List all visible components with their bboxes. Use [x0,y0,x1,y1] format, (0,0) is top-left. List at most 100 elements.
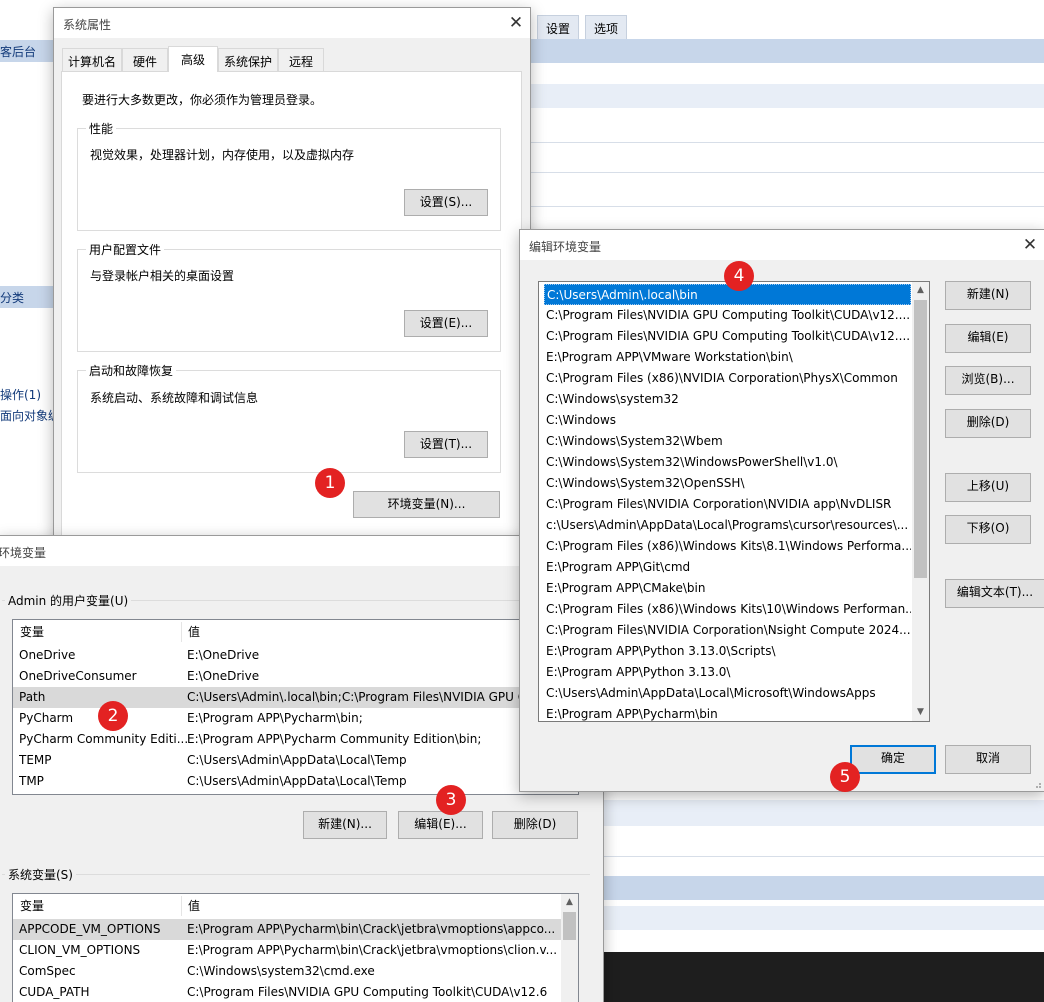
var-name: OneDrive [19,645,75,666]
path-entry[interactable]: C:\Program Files (x86)\Windows Kits\8.1\… [544,536,911,557]
user-variables-list[interactable]: 变量 值 OneDrive E:\OneDrive OneDriveConsume… [12,619,579,795]
path-edit-text-button[interactable]: 编辑文本(T)... [945,579,1044,608]
path-entry[interactable]: C:\Program Files\NVIDIA GPU Computing To… [544,305,911,326]
var-value: C:\Users\Admin\.local\bin;C:\Program Fil… [187,687,526,708]
var-value: E:\Program APP\Pycharm\bin\Crack\jetbra\… [187,940,557,961]
var-name: APPCODE_VM_OPTIONS [19,919,160,940]
cancel-button[interactable]: 取消 [945,745,1031,774]
path-entry[interactable]: C:\Program Files\NVIDIA Corporation\Nsig… [544,620,911,641]
path-new-button[interactable]: 新建(N) [945,281,1031,310]
path-entry[interactable]: C:\Program Files\NVIDIA GPU Computing To… [544,326,911,347]
path-delete-button[interactable]: 删除(D) [945,409,1031,438]
system-variables-title: 系统变量(S) [5,866,76,883]
path-entry[interactable]: C:\Program Files (x86)\NVIDIA Corporatio… [544,368,911,389]
system-list-scrollbar[interactable]: ▲ [561,894,578,1002]
tab-hardware[interactable]: 硬件 [122,48,168,71]
tab-remote[interactable]: 远程 [278,48,324,71]
resize-grip-icon[interactable] [1032,779,1042,789]
var-name: OneDriveConsumer [19,666,137,687]
table-row[interactable]: ComSpecC:\Windows\system32\cmd.exe [13,961,561,982]
startup-recovery-title: 启动和故障恢复 [86,362,176,379]
environment-variables-button[interactable]: 环境变量(N)... [353,491,500,518]
scroll-up-icon[interactable]: ▲ [561,894,578,911]
table-row[interactable]: PyCharm Community Editi...E:\Program APP… [13,729,578,750]
path-entry[interactable]: E:\Program APP\Git\cmd [544,557,911,578]
path-entry[interactable]: E:\Program APP\VMware Workstation\bin\ [544,347,911,368]
table-row[interactable]: OneDriveConsumer E:\OneDrive [13,666,578,687]
path-entry[interactable]: C:\Program Files\NVIDIA Corporation\NVID… [544,494,911,515]
bg-sidebar-label: 面向对象编 [0,407,60,424]
path-entry[interactable]: E:\Program APP\Python 3.13.0\Scripts\ [544,641,911,662]
path-entry[interactable]: E:\Program APP\Python 3.13.0\ [544,662,911,683]
table-row[interactable]: TMPC:\Users\Admin\AppData\Local\Temp [13,771,578,792]
user-variables-title: Admin 的用户变量(U) [5,592,131,609]
step-badge-5: 5 [830,762,860,792]
close-icon[interactable]: ✕ [504,12,528,34]
var-value: E:\OneDrive [187,645,259,666]
user-edit-button[interactable]: 编辑(E)... [398,811,483,839]
path-move-down-button[interactable]: 下移(O) [945,515,1031,544]
path-move-up-button[interactable]: 上移(U) [945,473,1031,502]
step-badge-2: 2 [98,701,128,731]
path-list-scrollbar[interactable]: ▲ ▼ [912,282,929,721]
header-name[interactable]: 变量 [20,894,44,918]
table-row-selected[interactable]: APPCODE_VM_OPTIONSE:\Program APP\Pycharm… [13,919,561,940]
header-value[interactable]: 值 [188,620,200,644]
path-entries-list[interactable]: C:\Users\Admin\.local\binC:\Program File… [538,281,930,722]
var-name: TEMP [19,750,52,771]
header-value[interactable]: 值 [188,894,200,918]
bg-row-band [531,800,1044,826]
scroll-thumb[interactable] [563,912,576,940]
path-entry[interactable]: C:\Windows\system32 [544,389,911,410]
user-profiles-desc: 与登录帐户相关的桌面设置 [90,267,234,284]
ok-button[interactable]: 确定 [850,745,936,774]
bg-terminal-area [604,952,1044,1002]
user-profiles-settings-button[interactable]: 设置(E)... [404,310,488,337]
path-entry-selected[interactable]: C:\Users\Admin\.local\bin [544,284,911,305]
tab-computer-name[interactable]: 计算机名 [62,48,122,71]
bg-row-band [531,906,1044,930]
bg-divider [531,206,1044,207]
startup-recovery-desc: 系统启动、系统故障和调试信息 [90,389,258,406]
path-entry[interactable]: C:\Users\Admin\AppData\Local\Microsoft\W… [544,683,911,704]
var-value: C:\Windows\system32\cmd.exe [187,961,375,982]
close-icon[interactable]: ✕ [1018,234,1042,256]
scroll-up-icon[interactable]: ▲ [912,282,929,299]
path-entry[interactable]: E:\Program APP\Pycharm\bin [544,704,911,722]
scroll-down-icon[interactable]: ▼ [912,704,929,721]
path-entry[interactable]: C:\Windows\System32\WindowsPowerShell\v1… [544,452,911,473]
path-entry[interactable]: C:\Windows\System32\Wbem [544,431,911,452]
user-new-button[interactable]: 新建(N)... [303,811,387,839]
startup-recovery-settings-button[interactable]: 设置(T)... [404,431,488,458]
path-edit-button[interactable]: 编辑(E) [945,324,1031,353]
step-badge-4: 4 [724,261,754,291]
path-entry[interactable]: E:\Program APP\CMake\bin [544,578,911,599]
user-delete-button[interactable]: 删除(D) [492,811,578,839]
path-entry[interactable]: C:\Windows\System32\OpenSSH\ [544,473,911,494]
path-entry[interactable]: C:\Program Files (x86)\Windows Kits\10\W… [544,599,911,620]
performance-settings-button[interactable]: 设置(S)... [404,189,488,216]
table-row-selected[interactable]: PathC:\Users\Admin\.local\bin;C:\Program… [13,687,578,708]
path-entry[interactable]: C:\Windows [544,410,911,431]
path-browse-button[interactable]: 浏览(B)... [945,366,1031,395]
table-row[interactable]: CLION_VM_OPTIONS E:\Program APP\Pycharm\b… [13,940,561,961]
bg-divider [531,142,1044,143]
table-row[interactable]: OneDrive E:\OneDrive [13,645,578,666]
var-value: E:\OneDrive [187,666,259,687]
var-name: CLION_VM_OPTIONS [19,940,140,961]
bg-divider [531,172,1044,173]
scroll-thumb[interactable] [914,300,927,578]
bg-tab-settings[interactable]: 设置 [537,15,579,39]
header-name[interactable]: 变量 [20,620,44,644]
var-name: PyCharm [19,708,73,729]
admin-notice: 要进行大多数更改，你必须作为管理员登录。 [82,91,322,108]
path-entry[interactable]: c:\Users\Admin\AppData\Local\Programs\cu… [544,515,911,536]
table-row[interactable]: CUDA_PATHC:\Program Files\NVIDIA GPU Com… [13,982,561,1002]
tab-system-protection[interactable]: 系统保护 [218,48,278,71]
bg-tab-options[interactable]: 选项 [585,15,627,39]
system-variables-list[interactable]: 变量 值 APPCODE_VM_OPTIONSE:\Program APP\Py… [12,893,579,1002]
bg-row-band [531,84,1044,108]
var-value: C:\Program Files\NVIDIA GPU Computing To… [187,982,547,1002]
table-row[interactable]: TEMPC:\Users\Admin\AppData\Local\Temp [13,750,578,771]
tab-advanced[interactable]: 高级 [168,46,218,72]
